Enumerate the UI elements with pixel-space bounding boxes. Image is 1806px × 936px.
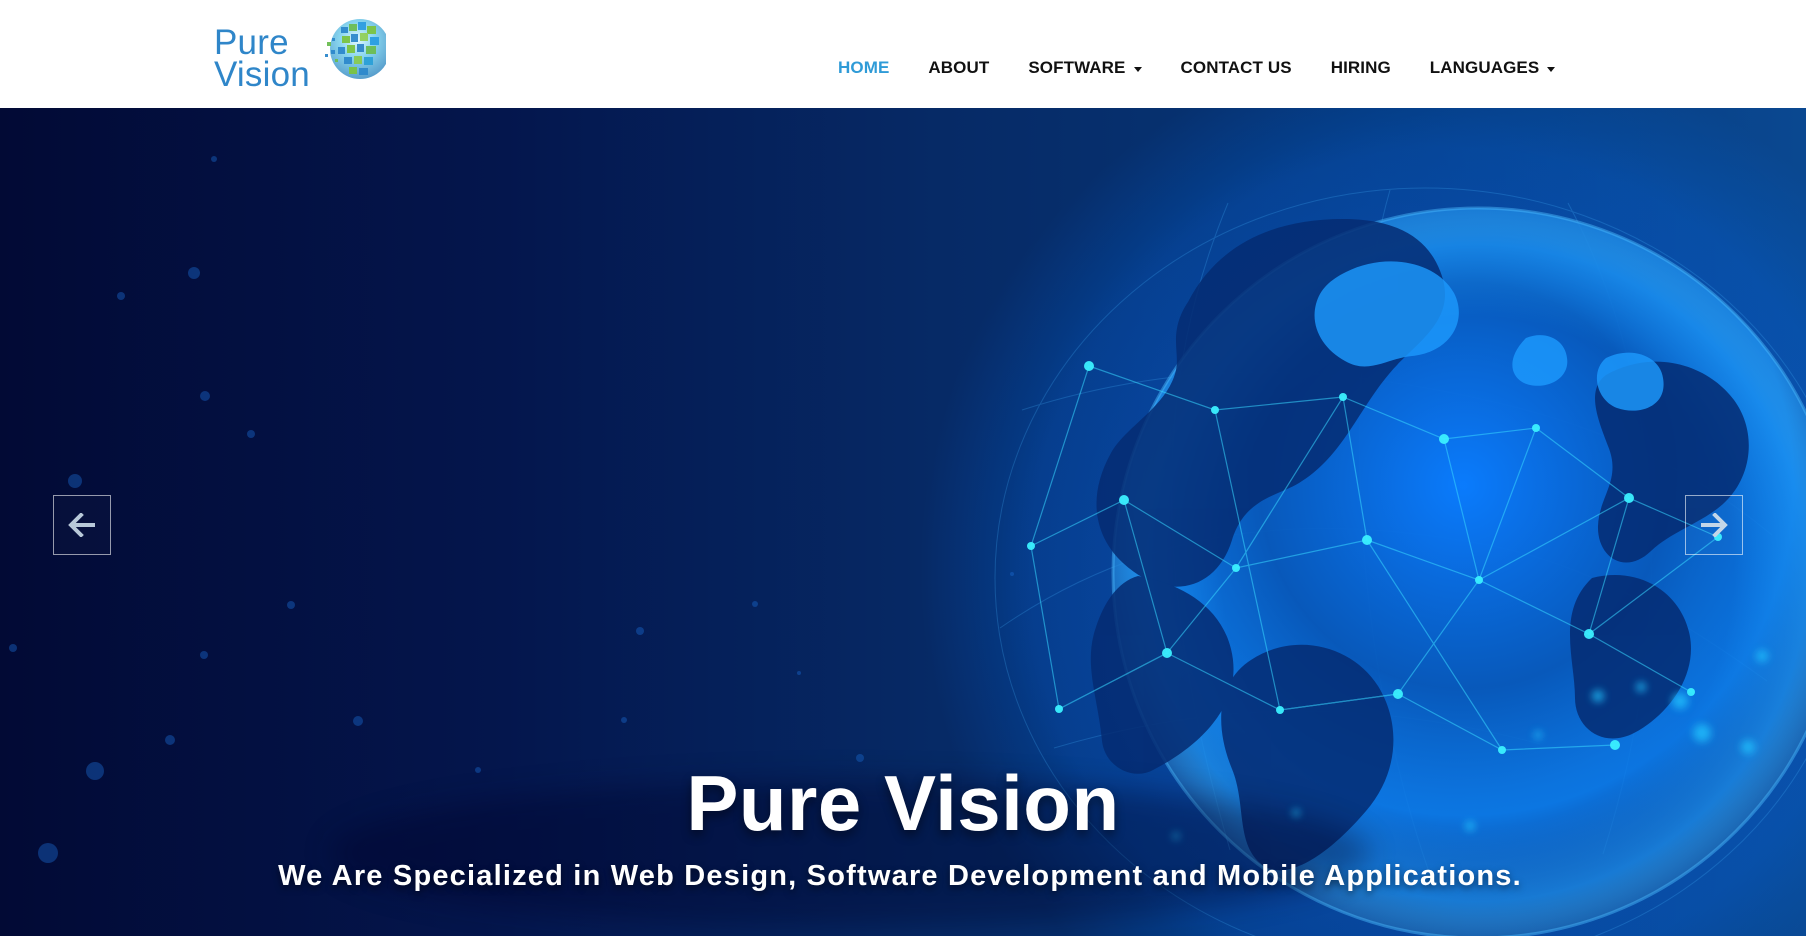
nav-languages-dropdown[interactable]: LANGUAGES [1430,54,1556,82]
arrow-right-icon [1701,513,1728,537]
site-header: Pure Vision HOME ABOUT SOFTWARE CONTACT … [0,0,1806,108]
hero-subtitle: We Are Specialized in Web Design, Softwa… [278,860,1522,892]
nav-software-label: SOFTWARE [1028,58,1126,77]
nav-software-dropdown[interactable]: SOFTWARE [1028,54,1142,82]
hero-title: Pure Vision [686,759,1120,848]
nav-contact-us-link[interactable]: CONTACT US [1181,54,1292,82]
main-navigation: HOME ABOUT SOFTWARE CONTACT US HIRING LA… [838,54,1556,82]
nav-hiring-label: HIRING [1330,58,1391,77]
nav-home-link[interactable]: HOME [838,54,889,82]
nav-languages-label: LANGUAGES [1429,58,1540,77]
hero-carousel: Pure Vision We Are Specialized in Web De… [0,108,1806,936]
previous-slide-button[interactable] [53,495,111,555]
nav-about-link[interactable]: ABOUT [928,54,989,82]
nav-home-label: HOME [838,58,890,77]
nav-about-label: ABOUT [928,58,990,77]
nav-hiring-link[interactable]: HIRING [1331,54,1391,82]
arrow-left-icon [68,513,95,537]
logo-text-vision: Vision [214,55,310,94]
pure-vision-logo[interactable]: Pure Vision [206,12,386,96]
chevron-down-icon [1133,66,1142,72]
globe-mosaic-icon [325,19,386,79]
webpage: Pure Vision HOME ABOUT SOFTWARE CONTACT … [0,0,1806,936]
nav-contact-us-label: CONTACT US [1180,58,1292,77]
chevron-down-icon [1547,66,1556,72]
next-slide-button[interactable] [1685,495,1743,555]
